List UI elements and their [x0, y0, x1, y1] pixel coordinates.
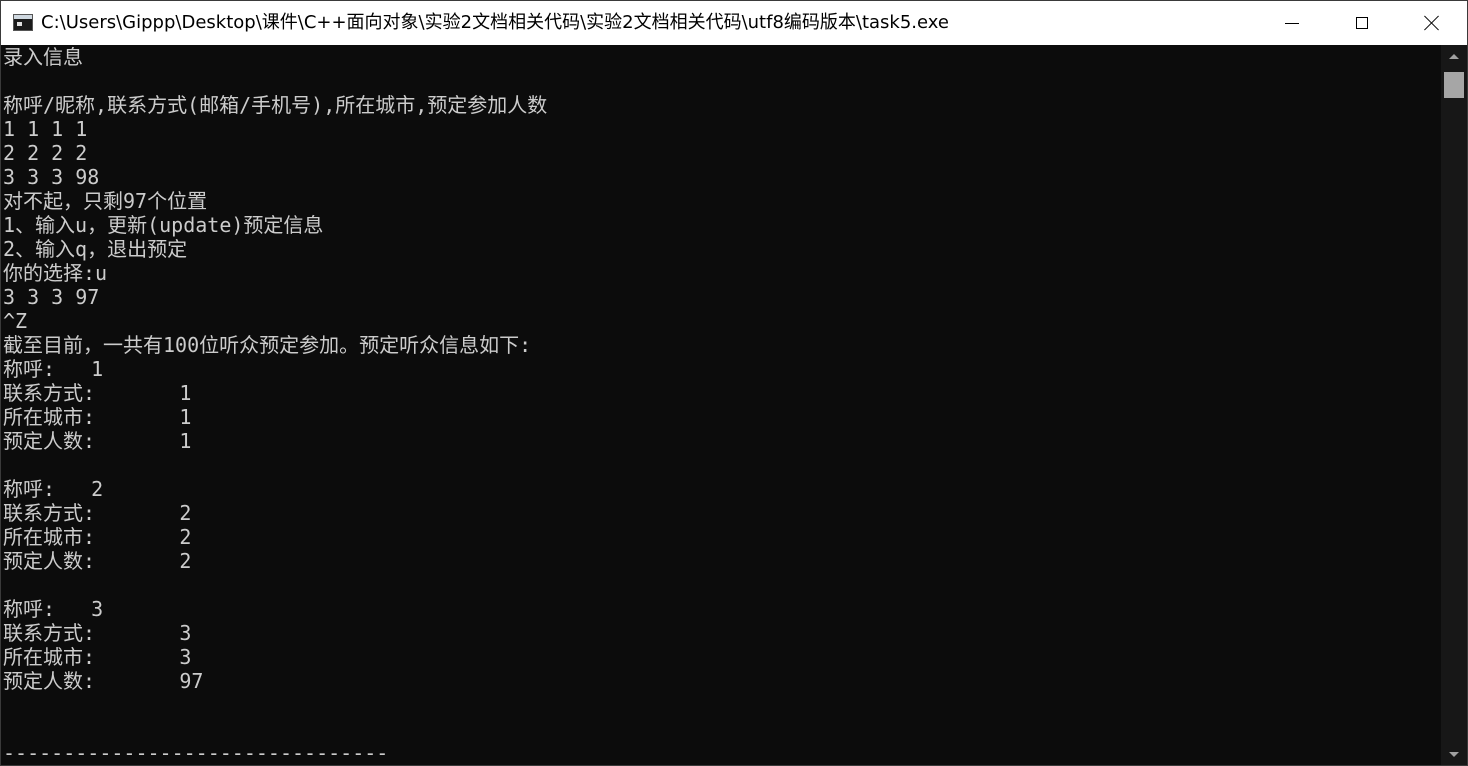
console-line: 2、输入q，退出预定 — [3, 237, 188, 261]
console-line: 称呼: 3 — [3, 597, 104, 621]
console-line: 联系方式: 2 — [3, 501, 192, 525]
maximize-button[interactable] — [1327, 1, 1397, 45]
console-line: 3 3 3 97 — [3, 285, 100, 309]
console-line: 2 2 2 2 — [3, 141, 88, 165]
close-button[interactable] — [1397, 1, 1467, 45]
console-line: 3 3 3 98 — [3, 165, 100, 189]
console-line: 预定人数: 97 — [3, 669, 204, 693]
console-line: 所在城市: 1 — [3, 405, 192, 429]
console-line: 联系方式: 3 — [3, 621, 192, 645]
arrow-down-icon — [1449, 751, 1459, 757]
minimize-button[interactable] — [1257, 1, 1327, 45]
scroll-down-button[interactable] — [1441, 743, 1467, 765]
console-line: 称呼/昵称,联系方式(邮箱/手机号),所在城市,预定参加人数 — [3, 93, 548, 117]
console-window: C:\Users\Gippp\Desktop\课件\C++面向对象\实验2文档相… — [0, 0, 1468, 766]
title-bar[interactable]: C:\Users\Gippp\Desktop\课件\C++面向对象\实验2文档相… — [1, 1, 1467, 45]
window-title: C:\Users\Gippp\Desktop\课件\C++面向对象\实验2文档相… — [41, 12, 949, 33]
console-output[interactable]: 录入信息 称呼/昵称,联系方式(邮箱/手机号),所在城市,预定参加人数 1 1 … — [1, 45, 1441, 765]
maximize-icon — [1356, 17, 1368, 29]
console-line: ^Z — [3, 309, 28, 333]
console-line: 1 1 1 1 — [3, 117, 88, 141]
scroll-thumb[interactable] — [1444, 72, 1464, 98]
arrow-up-icon — [1449, 53, 1459, 59]
close-icon — [1424, 15, 1440, 31]
console-line: -------------------------------- — [3, 741, 389, 765]
console-line: 截至目前，一共有100位听众预定参加。预定听众信息如下: — [3, 333, 532, 357]
console-line: 联系方式: 1 — [3, 381, 192, 405]
scroll-up-button[interactable] — [1441, 45, 1467, 67]
console-line: 所在城市: 3 — [3, 645, 192, 669]
console-line: 录入信息 — [3, 45, 83, 69]
vertical-scrollbar[interactable] — [1441, 45, 1467, 765]
console-app-icon[interactable] — [13, 14, 33, 31]
console-line: 1、输入u，更新(update)预定信息 — [3, 213, 324, 237]
console-line: 所在城市: 2 — [3, 525, 192, 549]
minimize-icon — [1285, 22, 1299, 24]
console-line: 对不起，只剩97个位置 — [3, 189, 208, 213]
console-line: 预定人数: 2 — [3, 549, 192, 573]
console-line: 预定人数: 1 — [3, 429, 192, 453]
console-line: 称呼: 1 — [3, 357, 104, 381]
console-line: 称呼: 2 — [3, 477, 104, 501]
console-line: 你的选择:u — [3, 261, 108, 285]
